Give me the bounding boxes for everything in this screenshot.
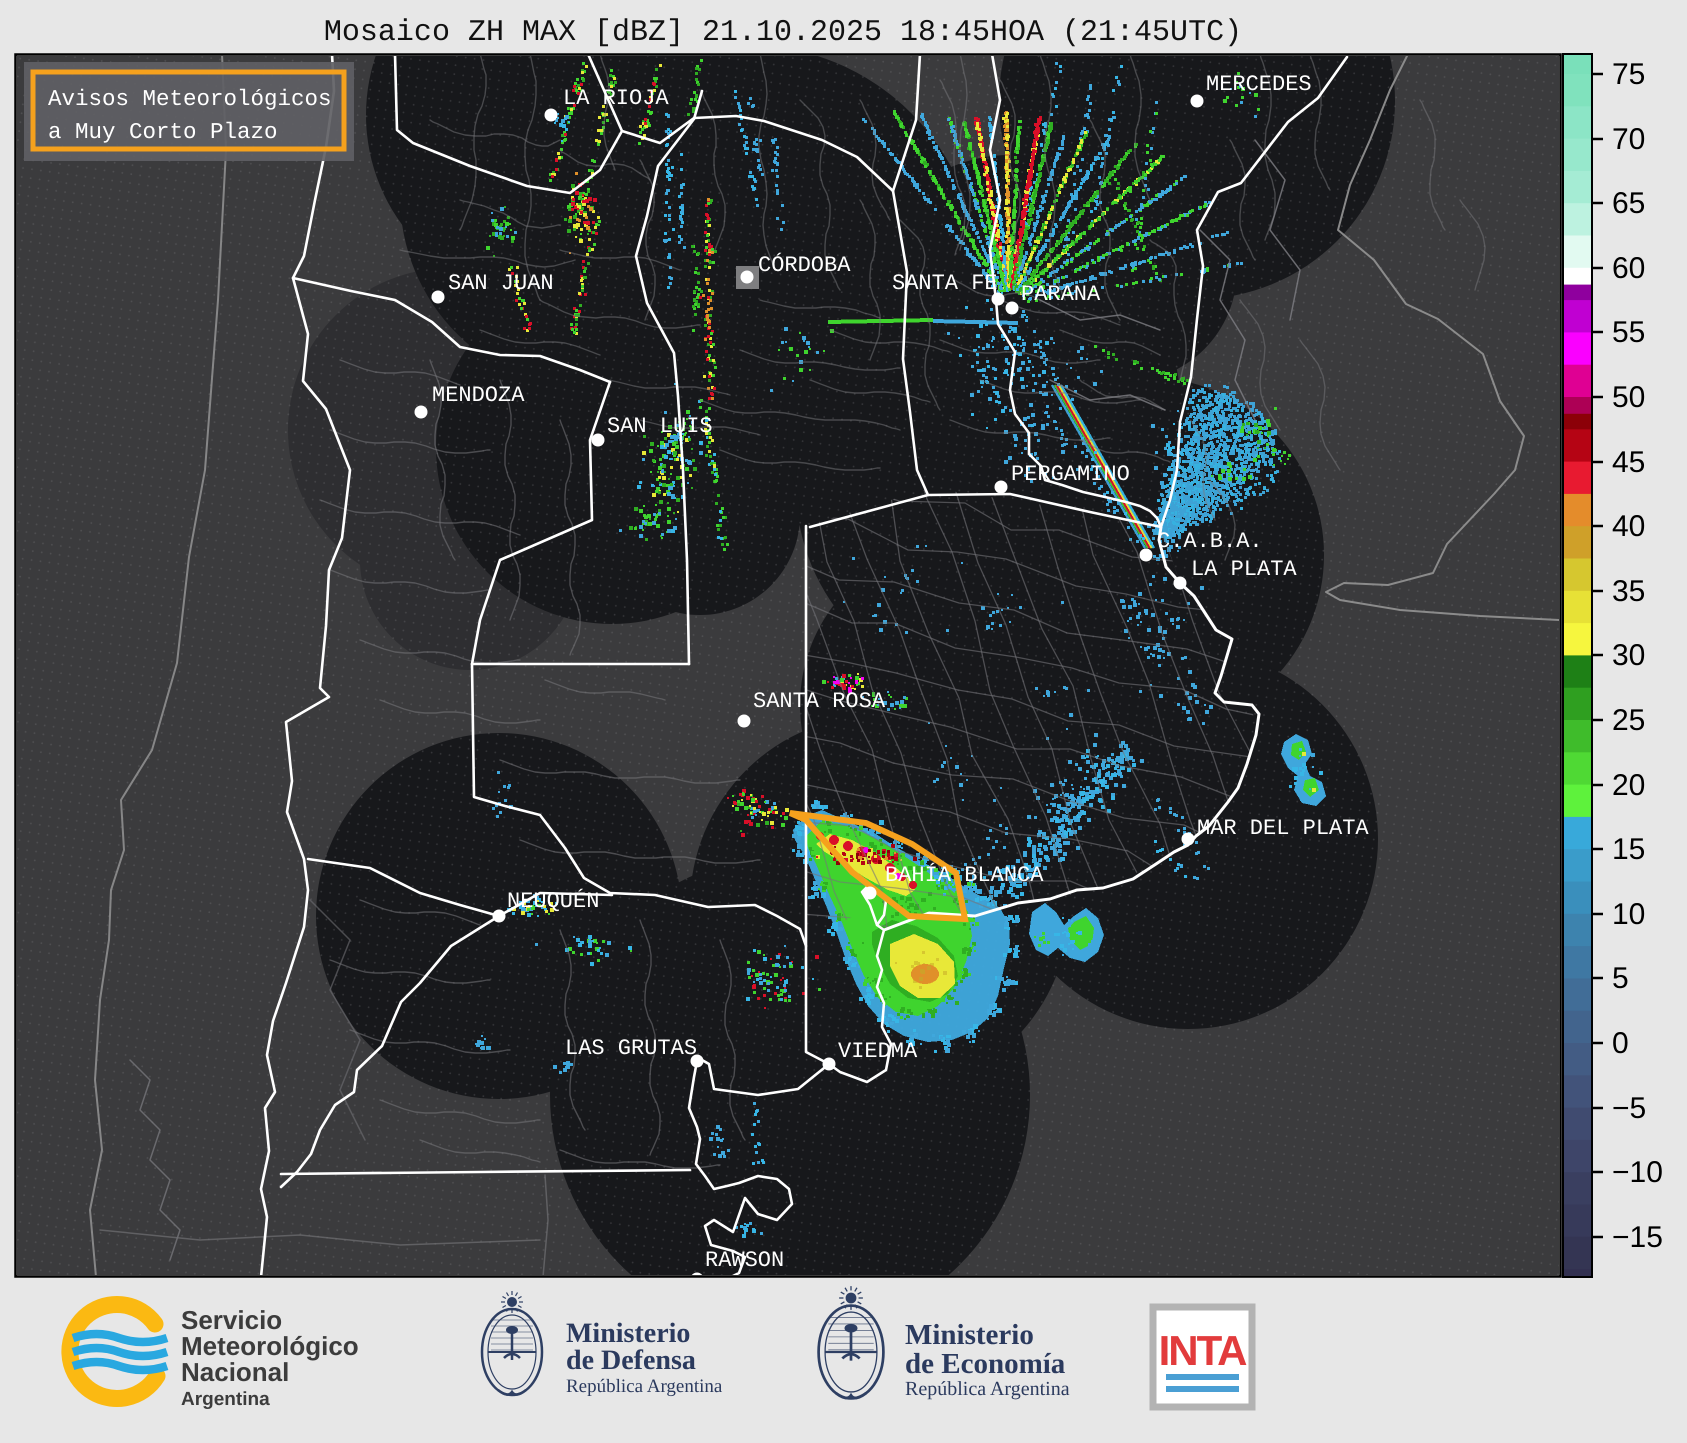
svg-text:−10: −10	[1612, 1156, 1663, 1189]
svg-text:C.A.B.A.: C.A.B.A.	[1157, 529, 1263, 554]
svg-text:40: 40	[1612, 510, 1645, 543]
svg-text:VIEDMA: VIEDMA	[838, 1039, 918, 1064]
svg-text:35: 35	[1612, 575, 1645, 608]
svg-text:30: 30	[1612, 639, 1645, 672]
svg-text:SAN JUAN: SAN JUAN	[448, 271, 554, 296]
svg-text:45: 45	[1612, 446, 1645, 479]
svg-text:a Muy Corto Plazo: a Muy Corto Plazo	[48, 119, 278, 145]
svg-text:PERGAMINO: PERGAMINO	[1011, 462, 1130, 487]
svg-text:MAR DEL PLATA: MAR DEL PLATA	[1197, 816, 1369, 841]
svg-text:BAHÍA BLANCA: BAHÍA BLANCA	[885, 862, 1044, 888]
svg-text:LAS GRUTAS: LAS GRUTAS	[565, 1036, 697, 1061]
svg-text:70: 70	[1612, 123, 1645, 156]
svg-text:50: 50	[1612, 381, 1645, 414]
svg-text:25: 25	[1612, 704, 1645, 737]
svg-text:NEUQUÉN: NEUQUÉN	[507, 888, 599, 914]
svg-text:República Argentina: República Argentina	[566, 1376, 723, 1397]
svg-text:MERCEDES: MERCEDES	[1206, 72, 1312, 97]
svg-text:PARANA: PARANA	[1021, 282, 1101, 307]
svg-text:SAN LUIS: SAN LUIS	[607, 414, 713, 439]
svg-text:SANTA FE: SANTA FE	[892, 271, 998, 296]
svg-text:LA RIOJA: LA RIOJA	[563, 86, 669, 111]
svg-text:SANTA ROSA: SANTA ROSA	[753, 689, 886, 714]
svg-text:0: 0	[1612, 1027, 1629, 1060]
svg-text:Avisos Meteorológicos: Avisos Meteorológicos	[48, 86, 332, 112]
svg-text:−15: −15	[1612, 1221, 1663, 1254]
svg-text:15: 15	[1612, 833, 1645, 866]
svg-text:20: 20	[1612, 769, 1645, 802]
svg-text:10: 10	[1612, 898, 1645, 931]
svg-text:MENDOZA: MENDOZA	[432, 383, 525, 408]
svg-text:CÓRDOBA: CÓRDOBA	[758, 252, 851, 278]
svg-text:Argentina: Argentina	[181, 1389, 270, 1410]
svg-text:LA PLATA: LA PLATA	[1191, 557, 1297, 582]
svg-text:65: 65	[1612, 187, 1645, 220]
svg-text:Nacional: Nacional	[181, 1357, 289, 1387]
svg-text:Mosaico ZH MAX [dBZ] 21.10.202: Mosaico ZH MAX [dBZ] 21.10.2025 18:45HOA…	[324, 16, 1242, 50]
svg-text:−5: −5	[1612, 1092, 1646, 1125]
svg-text:Ministerio: Ministerio	[905, 1319, 1034, 1351]
svg-text:de Defensa: de Defensa	[566, 1345, 696, 1376]
svg-text:60: 60	[1612, 252, 1645, 285]
svg-text:5: 5	[1612, 962, 1629, 995]
svg-text:INTA: INTA	[1159, 1327, 1248, 1374]
svg-text:RAWSON: RAWSON	[705, 1248, 784, 1273]
svg-text:55: 55	[1612, 316, 1645, 349]
svg-text:75: 75	[1612, 58, 1645, 91]
svg-text:República Argentina: República Argentina	[905, 1378, 1070, 1400]
svg-text:de Economía: de Economía	[905, 1348, 1066, 1380]
